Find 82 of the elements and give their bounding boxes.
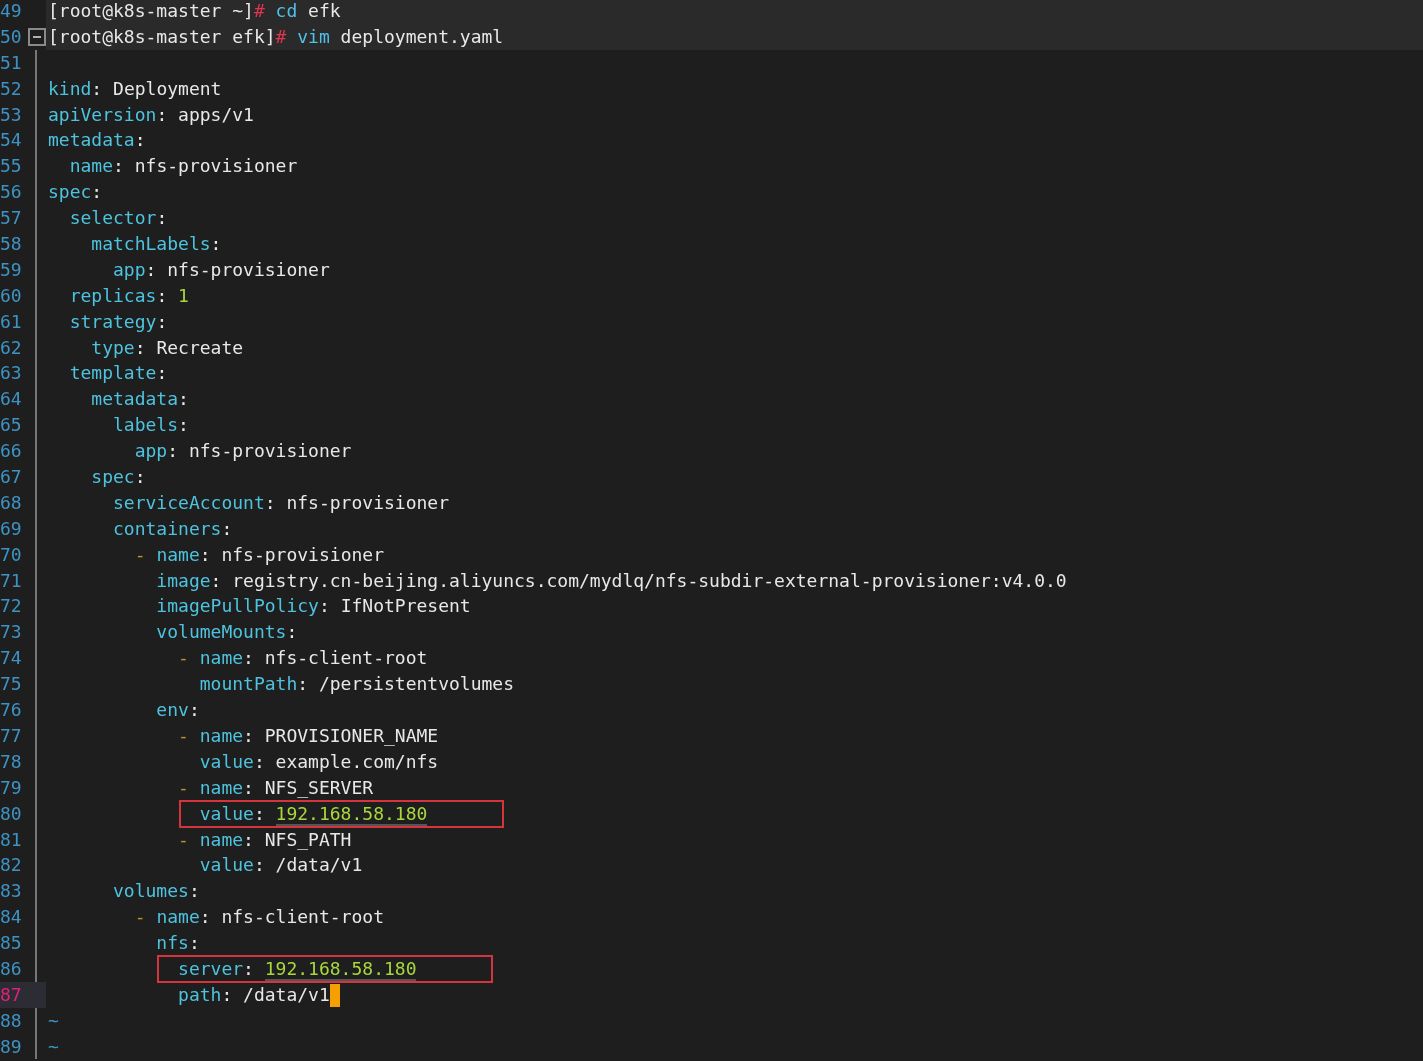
line-number: 82 — [0, 853, 23, 878]
code-line: value: example.com/nfs — [198, 749, 439, 774]
code-line: kind: Deployment — [48, 76, 222, 101]
code-line: spec: — [90, 465, 146, 490]
line-number: 60 — [0, 283, 23, 308]
line-number: 68 — [0, 490, 23, 515]
terminal-command: [root@k8s-master efk]# vim deployment.yaml — [48, 24, 504, 49]
line-number: 63 — [0, 361, 23, 386]
code-line: - name: nfs-client-root — [133, 905, 384, 930]
code-line: nfs: — [155, 931, 200, 956]
line-number: 56 — [0, 180, 23, 205]
line-number: 69 — [0, 516, 23, 541]
code-line: volumes: — [112, 879, 200, 904]
code-line: matchLabels: — [90, 232, 222, 256]
line-number: 54 — [0, 128, 23, 153]
code-line: strategy: — [68, 309, 168, 334]
line-number: 89 — [0, 1034, 23, 1059]
code-line: selector: — [68, 206, 168, 231]
code-line: env: — [155, 698, 200, 723]
code-line: value: 192.168.58.180 — [198, 801, 428, 827]
code-line: - name: nfs-provisioner — [133, 542, 384, 567]
line-number: 62 — [0, 335, 23, 360]
code-line: replicas: 1 — [68, 283, 189, 308]
line-number: 86 — [0, 956, 23, 981]
line-number: 75 — [0, 672, 23, 697]
code-line: apiVersion: apps/v1 — [48, 102, 254, 127]
line-number: 79 — [0, 775, 23, 800]
line-number: 50 — [0, 24, 23, 49]
line-number: 73 — [0, 620, 23, 645]
line-number: 85 — [0, 931, 23, 956]
code-line: volumeMounts: — [155, 620, 298, 645]
code-line: path: /data/v1 — [177, 982, 330, 1007]
line-number: 72 — [0, 594, 23, 619]
line-number: 55 — [0, 154, 23, 179]
line-number: 71 — [0, 568, 23, 593]
line-number: 53 — [0, 102, 23, 127]
code-line: template: — [68, 361, 168, 386]
code-line: - name: nfs-client-root — [177, 646, 428, 671]
line-number: 49 — [0, 0, 23, 23]
line-number: 51 — [0, 50, 23, 75]
line-number: 78 — [0, 749, 23, 774]
code-line: app: nfs-provisioner — [112, 257, 330, 282]
code-line: labels: — [112, 413, 189, 438]
terminal-command: [root@k8s-master ~]# cd efk — [48, 0, 341, 23]
code-line: - name: NFS_PATH — [177, 827, 352, 852]
line-number: 74 — [0, 646, 23, 671]
code-line: metadata: — [90, 387, 189, 412]
line-number: 58 — [0, 232, 23, 256]
code-line: ~ — [48, 1008, 59, 1033]
line-number: 84 — [0, 905, 23, 930]
line-number: 67 — [0, 465, 23, 490]
line-number: 70 — [0, 542, 23, 567]
code-line: - name: PROVISIONER_NAME — [177, 723, 439, 748]
line-number: 64 — [0, 387, 23, 412]
code-line: metadata: — [48, 128, 146, 153]
line-number: 87 — [0, 982, 23, 1007]
code-line: app: nfs-provisioner — [133, 439, 352, 464]
line-number: 76 — [0, 698, 23, 723]
line-number: 57 — [0, 206, 23, 231]
line-number: 77 — [0, 723, 23, 748]
code-line: spec: — [48, 180, 103, 205]
code-line: server: 192.168.58.180 — [177, 956, 417, 982]
line-number: 88 — [0, 1008, 23, 1033]
code-line: - name: NFS_SERVER — [177, 775, 374, 800]
code-line: ~ — [48, 1034, 59, 1059]
code-line: imagePullPolicy: IfNotPresent — [155, 594, 471, 619]
collapse-icon[interactable] — [28, 27, 46, 46]
code-line: image: registry.cn-beijing.aliyuncs.com/mydlq/nfs-subdir-external-provisioner:v4.0.0 — [155, 568, 1067, 593]
line-number: 83 — [0, 879, 23, 904]
line-number: 81 — [0, 827, 23, 852]
line-number: 59 — [0, 257, 23, 282]
line-number: 80 — [0, 801, 23, 826]
line-number: 65 — [0, 413, 23, 438]
line-number: 52 — [0, 76, 23, 101]
code-line: serviceAccount: nfs-provisioner — [112, 490, 449, 515]
code-line: containers: — [112, 516, 233, 541]
line-number: 66 — [0, 439, 23, 464]
code-line: mountPath: /persistentvolumes — [198, 672, 514, 697]
code-line: type: Recreate — [90, 335, 244, 360]
code-line: name: nfs-provisioner — [68, 154, 298, 179]
code-line: value: /data/v1 — [198, 853, 363, 878]
line-number: 61 — [0, 309, 23, 334]
